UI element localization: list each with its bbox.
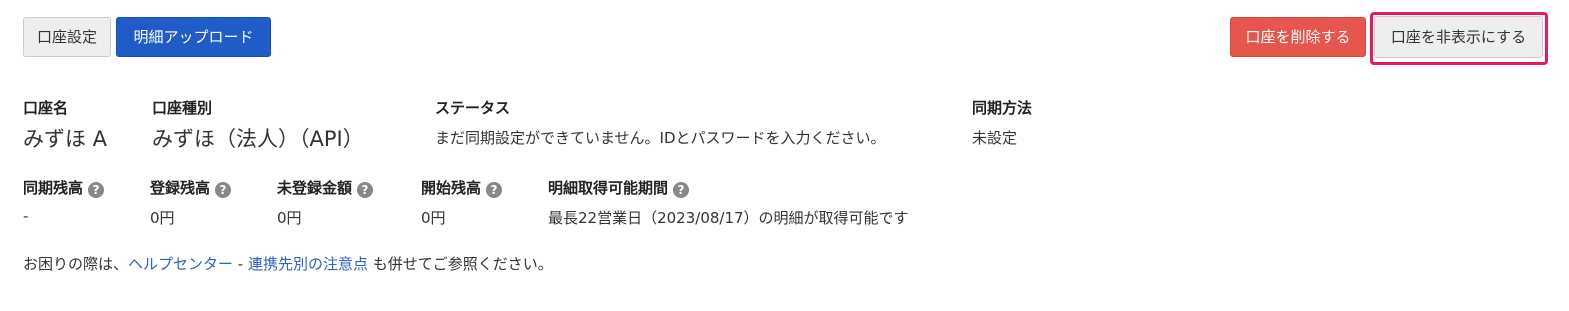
help-note-separator: -	[233, 255, 248, 273]
help-note-prefix: お困りの際は、	[23, 255, 129, 273]
delete-account-button[interactable]: 口座を削除する	[1230, 17, 1366, 57]
status-label: ステータス	[435, 99, 511, 117]
registered-balance-value: 0円	[150, 209, 175, 227]
status-value: まだ同期設定ができていません。IDとパスワードを入力ください。	[435, 129, 886, 147]
opening-balance-label-text: 開始残高	[421, 179, 482, 197]
registered-balance-label-text: 登録残高	[150, 179, 211, 197]
registered-balance-label: 登録残高?	[150, 177, 232, 198]
account-name-value: みずほ A	[23, 127, 108, 151]
help-note-suffix: も併せてご参照ください。	[368, 255, 553, 273]
statement-period-label: 明細取得可能期間?	[548, 177, 690, 198]
help-icon[interactable]: ?	[673, 182, 690, 198]
integration-notes-link[interactable]: 連携先別の注意点	[248, 255, 368, 273]
account-settings-button[interactable]: 口座設定	[23, 17, 111, 57]
synced-balance-label: 同期残高?	[23, 177, 105, 198]
help-icon[interactable]: ?	[357, 182, 374, 198]
hide-account-button[interactable]: 口座を非表示にする	[1374, 16, 1543, 58]
statement-period-value: 最長22営業日（2023/08/17）の明細が取得可能です	[548, 209, 909, 227]
statement-period-label-text: 明細取得可能期間	[548, 179, 669, 197]
synced-balance-value: -	[23, 207, 29, 225]
upload-statement-button[interactable]: 明細アップロード	[116, 17, 271, 57]
sync-method-label: 同期方法	[972, 99, 1033, 117]
synced-balance-label-text: 同期残高	[23, 179, 84, 197]
account-type-value: みずほ（法人）（API）	[152, 127, 364, 151]
unregistered-amount-value: 0円	[277, 209, 302, 227]
account-name-label: 口座名	[23, 99, 69, 117]
help-note: お困りの際は、ヘルプセンター - 連携先別の注意点 も併せてご参照ください。	[23, 253, 553, 274]
account-type-label: 口座種別	[152, 99, 213, 117]
help-icon[interactable]: ?	[215, 182, 232, 198]
help-icon[interactable]: ?	[486, 182, 503, 198]
opening-balance-label: 開始残高?	[421, 177, 503, 198]
help-icon[interactable]: ?	[88, 182, 105, 198]
opening-balance-value: 0円	[421, 209, 446, 227]
unregistered-amount-label: 未登録金額?	[277, 177, 374, 198]
sync-method-value: 未設定	[972, 129, 1018, 147]
unregistered-amount-label-text: 未登録金額	[277, 179, 353, 197]
help-center-link[interactable]: ヘルプセンター	[128, 255, 233, 273]
